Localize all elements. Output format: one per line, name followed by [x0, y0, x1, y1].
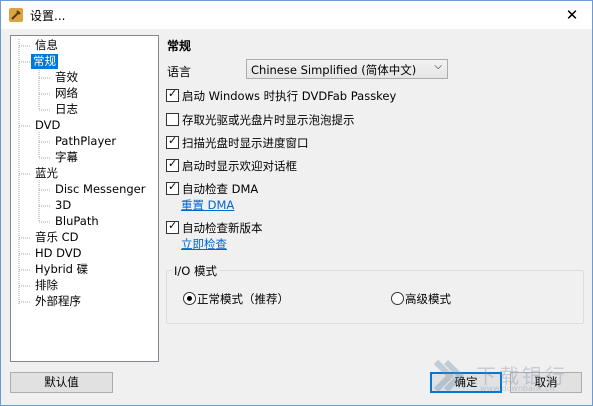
check-icon: ✓: [168, 180, 178, 193]
tree-item-subtitles[interactable]: 字幕: [53, 150, 80, 165]
chevron-down-icon: ⌵: [434, 61, 442, 72]
tree-item-music-cd[interactable]: 音乐 CD: [33, 230, 81, 245]
radio-dot: [187, 296, 192, 301]
watermark-logo-icon: [433, 359, 465, 393]
tree-item-network[interactable]: 网络: [53, 86, 80, 101]
defaults-button[interactable]: 默认值: [10, 372, 113, 393]
checkbox-box[interactable]: ✓: [166, 219, 179, 234]
tree-item-pathplayer[interactable]: PathPlayer: [53, 134, 118, 149]
tree-item-3d[interactable]: 3D: [53, 198, 73, 213]
checkbox-label: 存取光驱或光盘片时显示泡泡提示: [182, 113, 355, 127]
window-title: 设置...: [30, 9, 66, 23]
check-icon: ✓: [168, 87, 178, 100]
tree-item-blupath[interactable]: BluPath: [53, 214, 101, 229]
checkbox-box[interactable]: ✓: [166, 134, 179, 149]
tree-connector-lines: [18, 39, 51, 304]
tree-item-general[interactable]: 常规: [31, 54, 58, 69]
tree-item-disc-messenger[interactable]: Disc Messenger: [53, 182, 147, 197]
watermark-url: www.downbank.cn: [480, 384, 555, 393]
tree-item-sound[interactable]: 音效: [53, 70, 80, 85]
check-icon: ✓: [168, 157, 178, 170]
tree-item-dvd[interactable]: DVD: [33, 118, 62, 133]
checkbox-box[interactable]: ✓: [166, 87, 179, 102]
tree-item-exclude[interactable]: 排除: [33, 278, 60, 293]
watermark: 下载银行 www.downbank.cn: [432, 358, 582, 398]
reset-dma-link[interactable]: 重置 DMA: [181, 197, 234, 213]
checkbox-label: 启动 Windows 时执行 DVDFab Passkey: [182, 89, 397, 103]
check-icon: ✓: [168, 134, 178, 147]
tree-item-hybrid-disc[interactable]: Hybrid 碟: [33, 262, 90, 277]
tree-item-bluray[interactable]: 蓝光: [33, 166, 60, 181]
checkbox-label: 扫描光盘时显示进度窗口: [182, 136, 309, 150]
io-mode-title: I/O 模式: [172, 263, 219, 279]
section-title: 常规: [167, 39, 192, 53]
tree-item-log[interactable]: 日志: [53, 102, 80, 117]
checkbox-box[interactable]: ✓: [166, 180, 179, 195]
language-label: 语言: [167, 65, 192, 79]
language-select-value: Chinese Simplified (简体中文): [251, 63, 417, 77]
radio-normal-mode-label[interactable]: 正常模式（推荐）: [197, 291, 289, 307]
category-tree[interactable]: 信息 常规 音效 网络 日志 DVD PathPlayer 字幕 蓝光 Disc…: [10, 35, 159, 362]
check-icon: ✓: [168, 219, 178, 232]
checkbox-box[interactable]: ✓: [166, 157, 179, 172]
check-now-link[interactable]: 立即检查: [181, 236, 227, 252]
radio-normal-mode[interactable]: [183, 292, 196, 305]
tree-item-hd-dvd[interactable]: HD DVD: [33, 246, 84, 261]
tree-item-external-programs[interactable]: 外部程序: [33, 294, 83, 309]
checkbox-box[interactable]: [166, 113, 179, 126]
language-select[interactable]: Chinese Simplified (简体中文) ⌵: [246, 59, 448, 79]
close-icon[interactable]: ✕: [552, 1, 592, 29]
app-wrench-icon: [9, 8, 23, 22]
checkbox-label: 自动检查新版本: [182, 221, 263, 235]
radio-advanced-mode-label[interactable]: 高级模式: [405, 291, 451, 307]
tree-item-info[interactable]: 信息: [33, 38, 60, 53]
radio-advanced-mode[interactable]: [391, 292, 404, 305]
checkbox-label: 启动时显示欢迎对话框: [182, 159, 297, 173]
title-bar: 设置... ✕: [1, 1, 592, 29]
checkbox-label: 自动检查 DMA: [182, 182, 259, 196]
